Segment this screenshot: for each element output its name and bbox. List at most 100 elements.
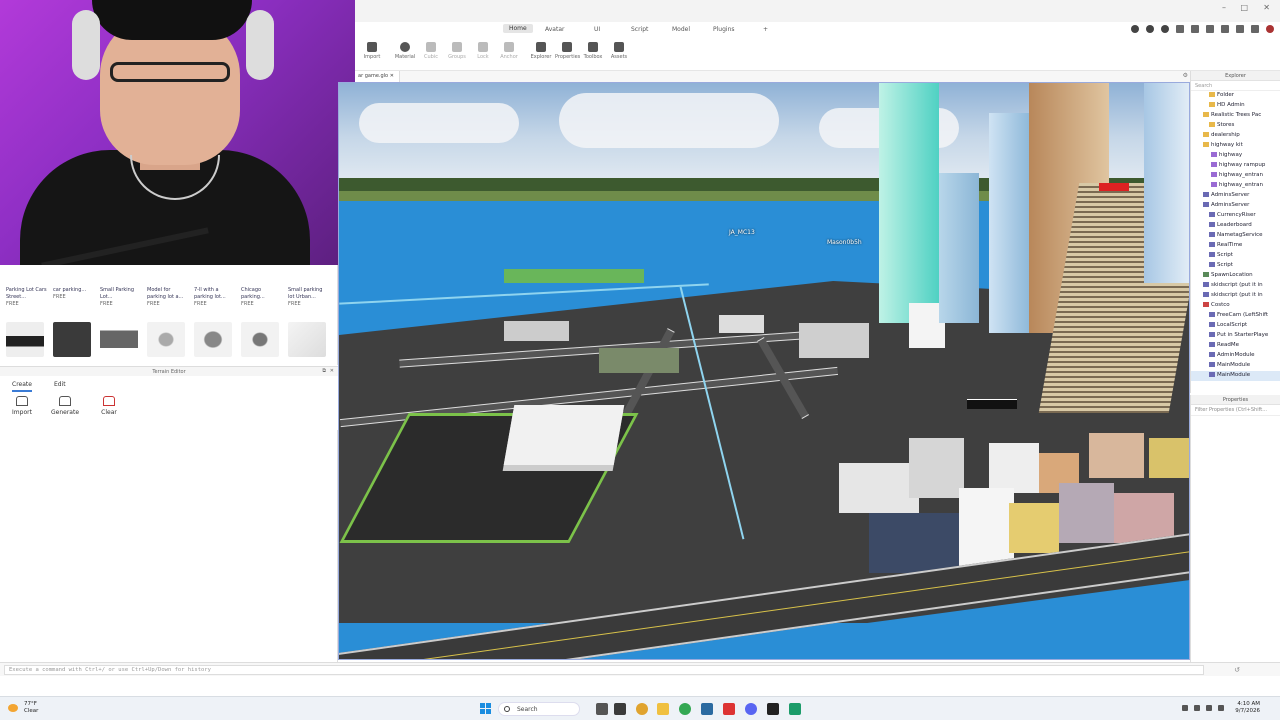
taskbar-search[interactable]: Search	[498, 702, 580, 716]
explorer-item[interactable]: Put in StarterPlaye	[1191, 331, 1280, 341]
toolbox-item[interactable]: Small Parking Lot... FREE	[100, 287, 142, 308]
explorer-item[interactable]: CurrencyRiser	[1191, 211, 1280, 221]
chevron-up-icon[interactable]	[1182, 705, 1188, 711]
anchor-button[interactable]: Anchor	[497, 42, 521, 60]
import-button[interactable]: Import	[360, 42, 384, 60]
grid-icon[interactable]	[1221, 25, 1229, 33]
more-tabs-icon[interactable]: +	[763, 26, 768, 33]
explorer-item[interactable]: MainModule	[1191, 361, 1280, 371]
roblox-studio-icon[interactable]	[767, 703, 779, 715]
asset-thumbnail[interactable]	[53, 322, 91, 357]
explorer-item[interactable]: SpawnLocation	[1191, 271, 1280, 281]
close-tab-icon[interactable]: ✕	[390, 73, 394, 79]
maximize-icon[interactable]: □	[1240, 3, 1248, 12]
explorer-item[interactable]: Stores	[1191, 121, 1280, 131]
tab-create[interactable]: Create	[12, 381, 32, 392]
explorer-item[interactable]: skidscript (put it in	[1191, 281, 1280, 291]
explorer-item[interactable]: AdminsServer	[1191, 201, 1280, 211]
chat-icon[interactable]	[1191, 25, 1199, 33]
explorer-search-input[interactable]: Search	[1191, 81, 1280, 91]
toolbox-item[interactable]: Model for parking lot a... FREE	[147, 287, 189, 308]
explorer-item[interactable]: Script	[1191, 261, 1280, 271]
tab-ui[interactable]: UI	[594, 26, 600, 33]
tab-avatar[interactable]: Avatar	[545, 26, 564, 33]
avatar-icon[interactable]	[1161, 25, 1169, 33]
properties-filter-input[interactable]: Filter Properties (Ctrl+Shift...	[1191, 405, 1280, 416]
asset-thumbnail[interactable]	[241, 322, 279, 357]
explorer-item[interactable]: Script	[1191, 251, 1280, 261]
explorer-item[interactable]: RealTime	[1191, 241, 1280, 251]
minimize-icon[interactable]: –	[1222, 3, 1226, 12]
profile-icon[interactable]	[1266, 25, 1274, 33]
explorer-item[interactable]: dealership	[1191, 131, 1280, 141]
toolbox-button[interactable]: Toolbox	[581, 42, 605, 60]
app-icon[interactable]	[701, 703, 713, 715]
explorer-item[interactable]: LocalScript	[1191, 321, 1280, 331]
toolbox-item[interactable]: car parking... FREE	[53, 287, 95, 301]
close-icon[interactable]: ✕	[330, 368, 334, 374]
avatar-icon[interactable]	[1146, 25, 1154, 33]
explorer-item[interactable]: highway kit	[1191, 141, 1280, 151]
share-icon[interactable]	[1176, 25, 1184, 33]
file-explorer-icon[interactable]	[657, 703, 669, 715]
asset-thumbnail[interactable]	[147, 322, 185, 357]
toolbox-item[interactable]: Parking Lot Cars Street... FREE	[6, 287, 48, 308]
command-input[interactable]: Execute a command with Ctrl+/ or use Ctr…	[4, 665, 1204, 675]
explorer-item[interactable]: AdminsServer	[1191, 191, 1280, 201]
explorer-item[interactable]: Leaderboard	[1191, 221, 1280, 231]
pop-out-icon[interactable]: ⧉	[322, 368, 326, 374]
terrain-clear-button[interactable]: Clear	[94, 396, 124, 416]
close-icon[interactable]: ✕	[1263, 3, 1270, 12]
explorer-item[interactable]: skidscript (put it in	[1191, 291, 1280, 301]
asset-thumbnail[interactable]	[6, 322, 44, 357]
tab-model[interactable]: Model	[672, 26, 690, 33]
explorer-item[interactable]: highway	[1191, 151, 1280, 161]
avatar-icon[interactable]	[1131, 25, 1139, 33]
start-button[interactable]	[480, 703, 492, 715]
network-icon[interactable]	[1194, 705, 1200, 711]
viewport-settings-icon[interactable]: ⚙	[1183, 72, 1188, 79]
group-button[interactable]: Groups	[445, 42, 469, 60]
history-icon[interactable]: ↺	[1234, 666, 1240, 674]
explorer-item[interactable]: FreeCam (LeftShift	[1191, 311, 1280, 321]
properties-button[interactable]: Properties	[555, 42, 580, 60]
explorer-item[interactable]: AdminModule	[1191, 351, 1280, 361]
material-button[interactable]: Material	[393, 42, 417, 60]
terrain-generate-button[interactable]: Generate	[48, 396, 82, 416]
explorer-item[interactable]: highway rampup	[1191, 161, 1280, 171]
asset-thumbnail[interactable]	[194, 322, 232, 357]
tab-plugins[interactable]: Plugins	[713, 26, 735, 33]
weather-widget[interactable]: 77°F Clear	[24, 701, 38, 715]
discord-icon[interactable]	[745, 703, 757, 715]
explorer-item[interactable]: NametagService	[1191, 231, 1280, 241]
explorer-item[interactable]: Folder	[1191, 91, 1280, 101]
cloud-icon[interactable]	[1236, 25, 1244, 33]
tab-home[interactable]: Home	[503, 24, 533, 33]
explorer-item[interactable]: highway_entran	[1191, 181, 1280, 191]
cubic-button[interactable]: Cubic	[419, 42, 443, 60]
app-icon[interactable]	[789, 703, 801, 715]
toolbox-item[interactable]: 7-ll with a parking lot... FREE	[194, 287, 236, 308]
settings-icon[interactable]	[1206, 25, 1214, 33]
asset-thumbnail[interactable]	[288, 322, 326, 357]
explorer-item[interactable]: MainModule	[1191, 371, 1280, 381]
explorer-item[interactable]: ReadMe	[1191, 341, 1280, 351]
explorer-item[interactable]: Realistic Trees Pac	[1191, 111, 1280, 121]
chrome-icon[interactable]	[679, 703, 691, 715]
tab-edit[interactable]: Edit	[54, 381, 66, 388]
explorer-item[interactable]: highway_entran	[1191, 171, 1280, 181]
explorer-item[interactable]: HD Admin	[1191, 101, 1280, 111]
terrain-import-button[interactable]: Import	[7, 396, 37, 416]
weather-icon[interactable]	[8, 704, 18, 712]
toolbox-item[interactable]: Small parking lot Urban... FREE	[288, 287, 330, 308]
battery-icon[interactable]	[1218, 705, 1224, 711]
browser-icon[interactable]	[636, 703, 648, 715]
app-icon[interactable]	[723, 703, 735, 715]
help-icon[interactable]	[1251, 25, 1259, 33]
explorer-item[interactable]: Costco	[1191, 301, 1280, 311]
tab-script[interactable]: Script	[631, 26, 648, 33]
terminal-icon[interactable]	[614, 703, 626, 715]
explorer-button[interactable]: Explorer	[529, 42, 553, 60]
3d-viewport[interactable]: JA_MC13 Mason0b5h	[338, 82, 1190, 660]
taskbar-clock[interactable]: 4:10 AM 9/7/2026	[1235, 701, 1260, 715]
